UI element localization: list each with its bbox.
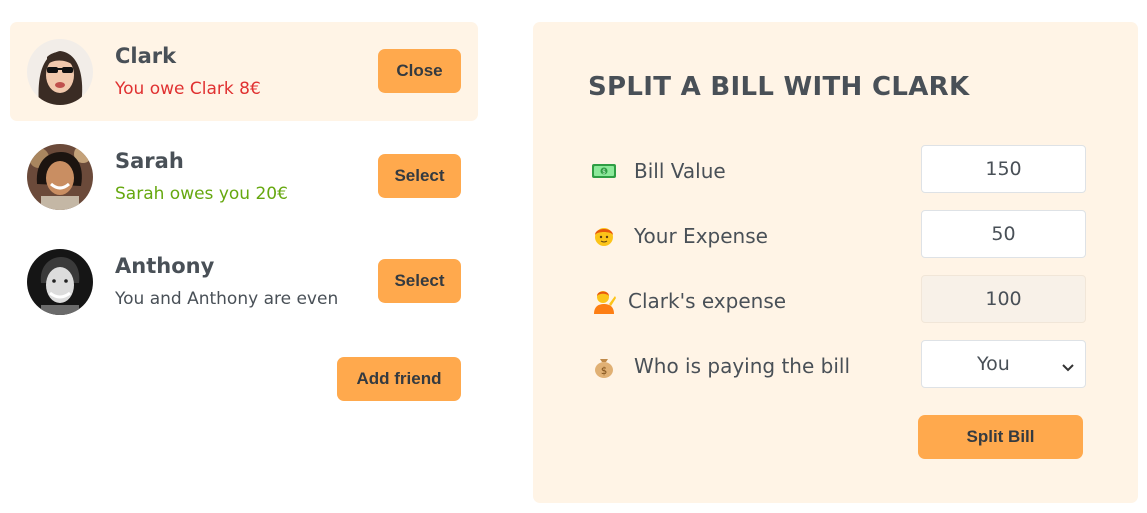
- add-friend-button[interactable]: Add friend: [337, 357, 461, 401]
- balance-status: You and Anthony are even: [115, 289, 339, 309]
- bill-value-row: $ Bill Value 150: [591, 145, 1086, 193]
- payer-selected-value: You: [977, 353, 1010, 375]
- money-bag-icon: $: [591, 353, 617, 379]
- balance-status: Sarah owes you 20€: [115, 184, 288, 204]
- your-expense-input[interactable]: 50: [921, 210, 1086, 258]
- friend-item-anthony: Anthony You and Anthony are even Select: [10, 232, 478, 331]
- friend-expense-label: Clark's expense: [591, 288, 786, 314]
- payer-row: $ Who is paying the bill You: [591, 340, 1086, 388]
- friend-expense-input: 100: [921, 275, 1086, 323]
- person-icon: [591, 223, 617, 249]
- friend-item-sarah: Sarah Sarah owes you 20€ Select: [10, 127, 478, 226]
- friend-name: Sarah: [115, 149, 184, 173]
- person-tipping-hand-icon: [591, 288, 617, 314]
- bill-value-input[interactable]: 150: [921, 145, 1086, 193]
- form-title: Split a bill with Clark: [588, 72, 970, 102]
- select-button[interactable]: Select: [378, 154, 461, 198]
- money-icon: $: [591, 158, 617, 184]
- your-expense-text: Your Expense: [634, 224, 768, 248]
- your-expense-row: Your Expense 50: [591, 210, 1086, 258]
- avatar: [27, 144, 93, 210]
- chevron-down-icon: [1061, 357, 1075, 379]
- payer-label: $ Who is paying the bill: [591, 353, 850, 379]
- balance-status: You owe Clark 8€: [115, 79, 261, 99]
- friend-name: Anthony: [115, 254, 215, 278]
- friend-expense-text: Clark's expense: [628, 289, 787, 313]
- friend-item-clark: Clark You owe Clark 8€ Close: [10, 22, 478, 121]
- friend-expense-row: Clark's expense 100: [591, 275, 1086, 323]
- split-bill-form: Split a bill with Clark $ Bill Value 150: [533, 22, 1138, 503]
- svg-text:$: $: [602, 169, 606, 176]
- split-bill-button[interactable]: Split Bill: [918, 415, 1083, 459]
- select-button[interactable]: Select: [378, 259, 461, 303]
- avatar: [27, 39, 93, 105]
- friend-name: Clark: [115, 44, 177, 68]
- svg-text:$: $: [601, 366, 607, 377]
- payer-select[interactable]: You: [921, 340, 1086, 388]
- payer-text: Who is paying the bill: [634, 354, 850, 378]
- close-button[interactable]: Close: [378, 49, 461, 93]
- bill-value-label: $ Bill Value: [591, 158, 726, 184]
- friends-sidebar: Clark You owe Clark 8€ Close Sarah Sarah…: [10, 22, 478, 337]
- friends-list: Clark You owe Clark 8€ Close Sarah Sarah…: [10, 22, 478, 331]
- bill-value-text: Bill Value: [634, 159, 726, 183]
- avatar: [27, 249, 93, 315]
- your-expense-label: Your Expense: [591, 223, 768, 249]
